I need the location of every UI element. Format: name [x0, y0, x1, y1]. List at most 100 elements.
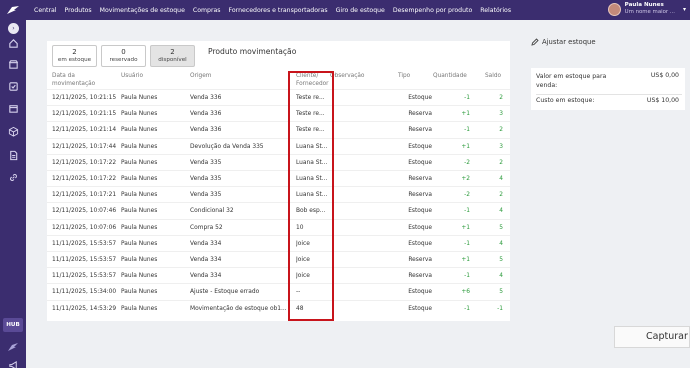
store-icon[interactable] [8, 59, 19, 70]
cell-origin: Venda 334 [190, 273, 222, 280]
cell-origin: Venda 334 [190, 257, 222, 263]
cell-quantity: +2 [461, 176, 470, 182]
capture-button[interactable]: Capturar t [614, 326, 690, 348]
expand-sidebar-icon[interactable]: › [8, 23, 19, 34]
document-icon[interactable] [8, 150, 19, 161]
table-row[interactable]: 12/11/2025, 10:17:22 Paula Nunes Venda 335… [47, 170, 510, 186]
cell-type: Estoque [408, 305, 432, 312]
client-column-highlight [288, 71, 334, 321]
nav-fornecedores[interactable]: Fornecedores e transportadoras [229, 7, 328, 14]
nav-desempenho[interactable]: Desempenho por produto [393, 7, 472, 14]
cell-date: 12/11/2025, 10:21:15 [52, 95, 117, 101]
stat-available[interactable]: 2 disponível [150, 45, 195, 67]
cell-origin: Venda 335 [190, 176, 222, 182]
cell-quantity: -1 [464, 273, 470, 280]
cell-user: Paula Nunes [121, 289, 158, 296]
stat-value: 2 [170, 48, 175, 56]
table-row[interactable]: 12/11/2025, 10:21:14 Paula Nunes Venda 336… [47, 121, 510, 137]
stat-label: disponível [158, 57, 187, 63]
column-header-origin[interactable]: Origem [190, 72, 211, 80]
cell-balance: 4 [499, 208, 503, 215]
nav-relatorios[interactable]: Relatórios [480, 7, 511, 14]
table-row[interactable]: 12/11/2025, 10:07:46 Paula Nunes Condicion… [47, 202, 510, 218]
cell-user: Paula Nunes [121, 273, 158, 280]
link-icon[interactable] [8, 172, 19, 183]
cell-balance: 5 [499, 224, 503, 231]
table-row[interactable]: 11/11/2025, 14:53:29 Paula Nunes Movimenta… [47, 299, 510, 316]
cell-date: 12/11/2025, 10:17:44 [52, 143, 117, 150]
stat-label: em estoque [57, 57, 92, 63]
nav-compras[interactable]: Compras [193, 7, 221, 14]
table-row[interactable]: 12/11/2025, 10:21:15 Paula Nunes Venda 336… [47, 105, 510, 121]
stock-cost-row: Custo em estoque: US$ 10,00 [536, 97, 682, 104]
stock-value-amount: US$ 0,00 [650, 72, 679, 79]
table-row[interactable]: 11/11/2025, 15:53:57 Paula Nunes Venda 334… [47, 251, 510, 267]
cell-origin: Devolução da Venda 335 [190, 143, 264, 150]
cell-quantity: -1 [464, 127, 470, 134]
cell-type: Reserva [408, 176, 432, 182]
cell-date: 11/11/2025, 15:53:57 [52, 257, 117, 263]
column-header-user[interactable]: Usuário [121, 72, 143, 80]
cell-origin: Venda 334 [190, 240, 222, 247]
table-row[interactable]: 11/11/2025, 15:53:57 Paula Nunes Venda 334… [47, 234, 510, 251]
stat-reserved[interactable]: 0 reservado [101, 45, 146, 67]
chevron-down-icon[interactable]: ▾ [683, 6, 686, 13]
cell-date: 12/11/2025, 10:07:06 [52, 224, 117, 231]
cell-origin: Condicional 32 [190, 208, 234, 215]
column-header-type[interactable]: Tipo [398, 72, 410, 80]
cell-quantity: +1 [461, 111, 470, 118]
nav-movimentacoes[interactable]: Movimentações de estoque [100, 7, 185, 14]
cell-balance: 4 [499, 273, 503, 280]
cell-user: Paula Nunes [121, 208, 158, 215]
cell-date: 12/11/2025, 10:17:21 [52, 192, 117, 199]
cell-quantity: -1 [464, 95, 470, 101]
cell-balance: 2 [499, 127, 503, 134]
hub-button[interactable]: HUB [3, 318, 23, 332]
cell-origin: Venda 336 [190, 127, 222, 134]
home-icon[interactable] [8, 38, 19, 49]
nav-central[interactable]: Central [34, 7, 57, 14]
cell-type: Estoque [408, 240, 432, 247]
calendar-icon[interactable] [8, 103, 19, 114]
cell-user: Paula Nunes [121, 95, 158, 101]
cell-origin: Venda 336 [190, 111, 222, 118]
table-row[interactable]: 11/11/2025, 15:53:57 Paula Nunes Venda 334… [47, 267, 510, 283]
cell-type: Estoque [408, 143, 432, 150]
table-row[interactable]: 12/11/2025, 10:07:06 Paula Nunes Compra 52… [47, 218, 510, 235]
user-menu[interactable]: Paula Nunes Um nome maior ... ▾ [607, 2, 686, 16]
app-logo-icon[interactable] [0, 0, 26, 20]
cell-origin: Venda 336 [190, 95, 222, 101]
nav-giro[interactable]: Giro de estoque [336, 7, 385, 14]
table-row[interactable]: 12/11/2025, 10:17:22 Paula Nunes Venda 335… [47, 153, 510, 170]
column-header-date[interactable]: Data da movimentação [52, 72, 112, 88]
cell-balance: 4 [499, 176, 503, 182]
stock-value-card: Valor em estoque para venda: US$ 0,00 Cu… [531, 68, 685, 110]
cell-user: Paula Nunes [121, 143, 158, 150]
table-row[interactable]: 12/11/2025, 10:17:21 Paula Nunes Venda 335… [47, 186, 510, 202]
box-check-icon[interactable] [8, 81, 19, 92]
top-bar: Central Produtos Movimentações de estoqu… [0, 0, 690, 20]
user-role: Um nome maior ... [624, 9, 675, 15]
send-icon[interactable] [7, 342, 19, 352]
nav-produtos[interactable]: Produtos [65, 7, 92, 14]
cell-balance: 3 [499, 111, 503, 118]
cell-quantity: -1 [464, 305, 470, 312]
stock-cost-amount: US$ 10,00 [646, 97, 679, 104]
stock-value-label: Valor em estoque para venda: [536, 73, 607, 89]
cell-type: Reserva [408, 257, 432, 263]
cell-date: 12/11/2025, 10:17:22 [52, 159, 117, 166]
cell-quantity: -1 [464, 208, 470, 215]
table-row[interactable]: 12/11/2025, 10:17:44 Paula Nunes Devolução… [47, 137, 510, 154]
adjust-stock-button[interactable]: Ajustar estoque [531, 38, 596, 46]
cell-date: 11/11/2025, 14:53:29 [52, 305, 117, 312]
column-header-quantity[interactable]: Quantidade [433, 72, 467, 80]
cell-origin: Ajuste - Estoque errado [190, 289, 260, 296]
cube-icon[interactable] [8, 126, 19, 137]
cell-user: Paula Nunes [121, 192, 158, 199]
column-header-observation[interactable]: Observação [330, 72, 364, 80]
table-row[interactable]: 12/11/2025, 10:21:15 Paula Nunes Venda 336… [47, 89, 510, 105]
table-row[interactable]: 11/11/2025, 15:34:00 Paula Nunes Ajuste - … [47, 283, 510, 299]
megaphone-icon[interactable] [8, 360, 19, 368]
column-header-balance[interactable]: Saldo [485, 72, 501, 80]
stat-in-stock[interactable]: 2 em estoque [52, 45, 97, 67]
